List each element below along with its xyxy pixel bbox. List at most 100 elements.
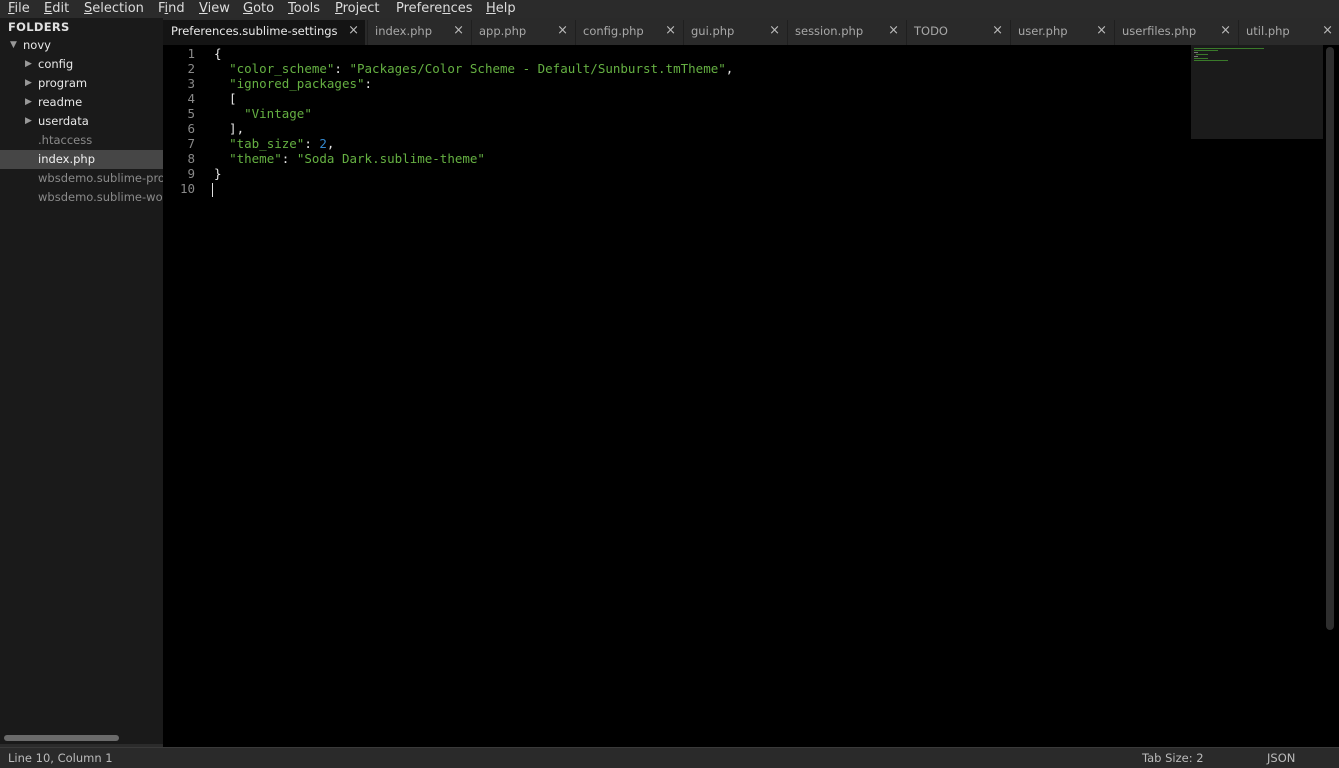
menu-item[interactable]: File — [4, 0, 34, 18]
file-tab[interactable]: app.php × — [471, 20, 574, 45]
close-icon[interactable]: × — [888, 23, 899, 38]
minimap-line — [1196, 54, 1208, 55]
code-line[interactable]: { — [214, 46, 733, 61]
disclosure-collapsed-icon[interactable]: ▶ — [25, 93, 32, 112]
cursor-position: Line 10, Column 1 — [8, 751, 113, 765]
sidebar-folder[interactable]: ▶ config — [0, 55, 163, 74]
file-tab[interactable]: Preferences.sublime-settings × — [163, 20, 365, 45]
file-tab[interactable]: index.php × — [367, 20, 470, 45]
sidebar-file[interactable]: index.php — [0, 150, 163, 169]
code-line[interactable]: "theme": "Soda Dark.sublime-theme" — [214, 151, 733, 166]
menu-item[interactable]: Project — [331, 0, 384, 18]
file-tab[interactable]: userfiles.php × — [1114, 20, 1237, 45]
code-line[interactable]: "tab_size": 2, — [214, 136, 733, 151]
minimap-line — [1194, 56, 1198, 57]
punctuation-token — [214, 136, 229, 151]
code-line[interactable]: "color_scheme": "Packages/Color Scheme -… — [214, 61, 733, 76]
file-tab[interactable]: util.php × — [1238, 20, 1339, 45]
punctuation-token: { — [214, 46, 222, 61]
file-tab[interactable]: TODO × — [906, 20, 1009, 45]
string-token: "color_scheme" — [229, 61, 335, 76]
folder-tree: ▼ novy ▶ config ▶ program ▶ readme ▶ userdata .hta… — [0, 36, 163, 207]
punctuation-token: : — [364, 76, 373, 91]
line-number: 3 — [187, 76, 195, 91]
menu-item[interactable]: Tools — [284, 0, 324, 18]
close-icon[interactable]: × — [1322, 23, 1333, 38]
menu-item[interactable]: View — [195, 0, 234, 18]
disclosure-expanded-icon[interactable]: ▼ — [10, 36, 17, 55]
minimap-line — [1194, 50, 1218, 51]
sidebar-folder[interactable]: ▶ readme — [0, 93, 163, 112]
close-icon[interactable]: × — [348, 23, 359, 38]
punctuation-token: : — [334, 61, 350, 76]
close-icon[interactable]: × — [1096, 23, 1107, 38]
disclosure-collapsed-icon[interactable]: ▶ — [25, 55, 32, 74]
sidebar-folder[interactable]: ▶ userdata — [0, 112, 163, 131]
menu-item[interactable]: Selection — [80, 0, 148, 18]
line-number-gutter: 1 2 3 4 5 6 7 8 9 10 — [163, 45, 203, 196]
code-line[interactable]: "ignored_packages": — [214, 76, 733, 91]
code-line[interactable]: "Vintage" — [214, 106, 733, 121]
sidebar-folder[interactable]: ▼ novy — [0, 36, 163, 55]
sidebar-file[interactable]: wbsdemo.sublime-workspace — [0, 188, 163, 207]
menu-bar: File Edit Selection Find View Goto Tools Projec… — [0, 0, 1339, 18]
tab-label: util.php — [1246, 24, 1290, 38]
close-icon[interactable]: × — [665, 23, 676, 38]
tab-label: gui.php — [691, 24, 735, 38]
line-number: 1 — [187, 46, 195, 61]
tab-label: Preferences.sublime-settings — [171, 24, 338, 38]
string-token: "Vintage" — [244, 106, 312, 121]
status-bar: Line 10, Column 1 Tab Size: 2 JSON — [0, 747, 1339, 768]
line-number: 10 — [179, 181, 195, 196]
editor-area[interactable]: 1 2 3 4 5 6 7 8 9 10 { "color_scheme": "Packages/… — [163, 45, 1339, 747]
number-token: 2 — [319, 136, 327, 151]
file-tab[interactable]: config.php × — [575, 20, 682, 45]
vertical-scrollbar[interactable] — [1326, 47, 1334, 630]
code-line[interactable]: [ — [214, 91, 733, 106]
code-line[interactable]: } — [214, 166, 733, 181]
sidebar-horizontal-scrollbar[interactable] — [4, 735, 119, 741]
minimap[interactable] — [1191, 45, 1323, 139]
syntax-indicator[interactable]: JSON — [1267, 751, 1295, 765]
file-tab[interactable]: gui.php × — [683, 20, 786, 45]
punctuation-token — [214, 106, 244, 121]
tab-size-indicator[interactable]: Tab Size: 2 — [1142, 751, 1204, 765]
punctuation-token — [214, 61, 229, 76]
line-number: 2 — [187, 61, 195, 76]
sidebar-file[interactable]: wbsdemo.sublime-project — [0, 169, 163, 188]
disclosure-collapsed-icon[interactable]: ▶ — [25, 112, 32, 131]
minimap-line — [1194, 60, 1228, 61]
menu-item[interactable]: Edit — [40, 0, 73, 18]
close-icon[interactable]: × — [992, 23, 1003, 38]
code-text[interactable]: { "color_scheme": "Packages/Color Scheme… — [212, 46, 733, 197]
sidebar-file[interactable]: .htaccess — [0, 131, 163, 150]
punctuation-token — [214, 76, 229, 91]
tab-label: userfiles.php — [1122, 24, 1197, 38]
menu-item[interactable]: Goto — [239, 0, 278, 18]
close-icon[interactable]: × — [1220, 23, 1231, 38]
file-tab[interactable]: session.php × — [787, 20, 905, 45]
sidebar: FOLDERS ▼ novy ▶ config ▶ program ▶ readme ▶ user… — [0, 18, 163, 747]
sidebar-item-label: readme — [38, 95, 83, 109]
close-icon[interactable]: × — [453, 23, 464, 38]
menu-item[interactable]: Preferences — [392, 0, 476, 18]
line-number: 9 — [187, 166, 195, 181]
close-icon[interactable]: × — [557, 23, 568, 38]
minimap-line — [1194, 52, 1198, 53]
sidebar-folder[interactable]: ▶ program — [0, 74, 163, 93]
code-line[interactable]: ], — [214, 121, 733, 136]
menu-item[interactable]: Find — [154, 0, 189, 18]
punctuation-token: ], — [214, 121, 245, 136]
line-number: 7 — [187, 136, 195, 151]
sidebar-item-label: wbsdemo.sublime-workspace — [38, 190, 163, 204]
tab-label: session.php — [795, 24, 864, 38]
code-line[interactable] — [212, 181, 733, 197]
line-number: 4 — [187, 91, 195, 106]
file-tab[interactable]: user.php × — [1010, 20, 1113, 45]
menu-item[interactable]: Help — [482, 0, 520, 18]
close-icon[interactable]: × — [769, 23, 780, 38]
punctuation-token: : — [304, 136, 320, 151]
tab-label: user.php — [1018, 24, 1068, 38]
disclosure-collapsed-icon[interactable]: ▶ — [25, 74, 32, 93]
string-token: "theme" — [229, 151, 282, 166]
